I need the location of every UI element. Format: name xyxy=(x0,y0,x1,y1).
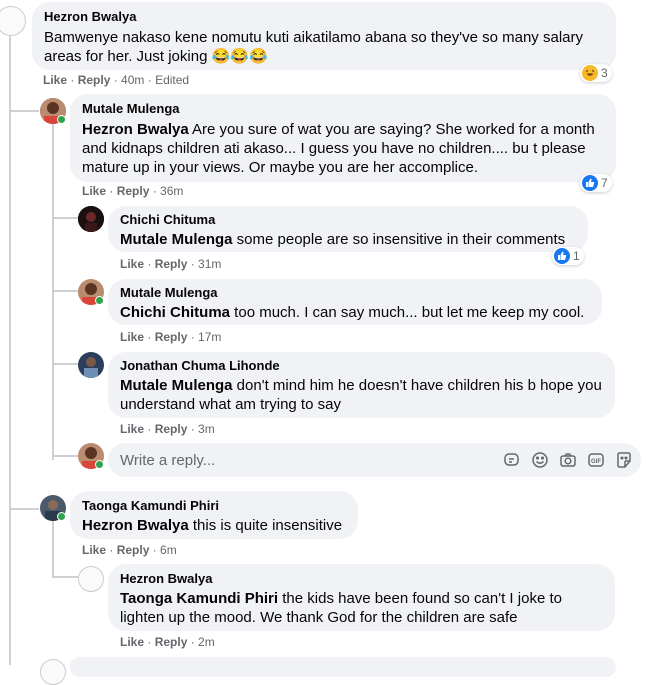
emoji-icon[interactable] xyxy=(531,451,549,469)
like-button[interactable]: Like xyxy=(82,543,106,557)
thread-line xyxy=(52,124,54,460)
sticker-comment-icon[interactable] xyxy=(503,451,521,469)
like-button[interactable]: Like xyxy=(82,184,106,198)
online-indicator xyxy=(95,296,104,305)
avatar[interactable] xyxy=(78,352,104,378)
reaction-number: 3 xyxy=(601,66,608,80)
comment-bubble: Chichi Chituma Mutale Mulenga some peopl… xyxy=(108,206,588,252)
reply-button[interactable]: Reply xyxy=(117,184,150,198)
comment-text: Taonga Kamundi Phiri the kids have been … xyxy=(120,590,562,626)
online-indicator xyxy=(57,115,66,124)
like-button[interactable]: Like xyxy=(120,330,144,344)
online-indicator xyxy=(57,512,66,521)
comment-author[interactable]: Mutale Mulenga xyxy=(120,285,590,301)
thread-line xyxy=(52,217,78,219)
reply-button[interactable]: Reply xyxy=(155,330,188,344)
thread-line xyxy=(52,520,54,578)
comment-text: Bamwenye nakaso kene nomutu kuti aikatil… xyxy=(44,29,583,65)
comment-actions: Like · Reply · 6m xyxy=(82,543,177,557)
comment-actions: Like · Reply · 40m · Edited xyxy=(43,73,190,87)
mention-link[interactable]: Chichi Chituma xyxy=(120,304,230,321)
thread-line xyxy=(52,455,78,457)
comment-author[interactable]: Hezron Bwalya xyxy=(44,9,604,25)
mention-link[interactable]: Mutale Mulenga xyxy=(120,377,233,394)
comment-time[interactable]: 2m xyxy=(198,635,215,649)
reply-button[interactable]: Reply xyxy=(78,73,111,87)
reaction-number: 1 xyxy=(573,249,580,263)
reply-button[interactable]: Reply xyxy=(155,257,188,271)
comment-text: Hezron Bwalya this is quite insensitive xyxy=(82,517,343,534)
comment-bubble xyxy=(70,657,616,677)
like-thumb-icon xyxy=(554,248,570,264)
online-indicator xyxy=(95,460,104,469)
comment-author[interactable]: Taonga Kamundi Phiri xyxy=(82,498,346,514)
comment-text: Mutale Mulenga some people are so insens… xyxy=(120,231,566,248)
comment-actions: Like · Reply · 2m xyxy=(120,635,215,649)
comment-bubble: Jonathan Chuma Lihonde Mutale Mulenga do… xyxy=(108,352,615,418)
comment-actions: Like · Reply · 31m xyxy=(120,257,222,271)
avatar[interactable] xyxy=(78,206,104,232)
laugh-emoji-icon xyxy=(582,65,598,81)
comment-actions: Like · Reply · 3m xyxy=(120,422,215,436)
comment-time[interactable]: 17m xyxy=(198,330,221,344)
comment-author[interactable]: Jonathan Chuma Lihonde xyxy=(120,358,603,374)
comment-bubble: Hezron Bwalya Bamwenye nakaso kene nomut… xyxy=(32,2,616,70)
reply-input[interactable] xyxy=(108,443,503,477)
comment-bubble: Mutale Mulenga Chichi Chituma too much. … xyxy=(108,279,602,325)
comment-time[interactable]: 40m xyxy=(121,73,144,87)
comment-author[interactable]: Mutale Mulenga xyxy=(82,101,604,117)
avatar[interactable] xyxy=(0,6,26,36)
comment-text: Mutale Mulenga don't mind him he doesn't… xyxy=(120,377,602,413)
comment-bubble: Hezron Bwalya Taonga Kamundi Phiri the k… xyxy=(108,564,615,631)
thread-line xyxy=(9,508,39,510)
comment-time[interactable]: 31m xyxy=(198,257,221,271)
reply-box: GIF xyxy=(108,443,641,477)
mention-link[interactable]: Mutale Mulenga xyxy=(120,231,233,248)
avatar[interactable] xyxy=(78,566,104,592)
camera-icon[interactable] xyxy=(559,451,577,469)
comment-time[interactable]: 3m xyxy=(198,422,215,436)
thread-line xyxy=(52,290,78,292)
thread-line xyxy=(52,363,78,365)
edited-label: Edited xyxy=(155,73,190,87)
comment-text: Hezron Bwalya Are you sure of wat you ar… xyxy=(82,121,595,176)
mention-link[interactable]: Taonga Kamundi Phiri xyxy=(120,590,278,607)
comment-time[interactable]: 36m xyxy=(160,184,183,198)
gif-icon[interactable]: GIF xyxy=(587,451,605,469)
reaction-count[interactable]: 3 xyxy=(580,64,612,82)
like-button[interactable]: Like xyxy=(43,73,67,87)
reply-button[interactable]: Reply xyxy=(155,422,188,436)
thread-line xyxy=(52,576,78,578)
mention-link[interactable]: Hezron Bwalya xyxy=(82,121,189,138)
thread-line xyxy=(9,36,11,665)
comment-time[interactable]: 6m xyxy=(160,543,177,557)
like-button[interactable]: Like xyxy=(120,257,144,271)
like-button[interactable]: Like xyxy=(120,635,144,649)
mention-link[interactable]: Hezron Bwalya xyxy=(82,517,189,534)
comment-actions: Like · Reply · 17m xyxy=(120,330,222,344)
comment-author[interactable]: Hezron Bwalya xyxy=(120,571,603,587)
comment-text: Chichi Chituma too much. I can say much.… xyxy=(120,304,585,321)
like-thumb-icon xyxy=(582,175,598,191)
comment-author[interactable]: Chichi Chituma xyxy=(120,212,576,228)
reaction-count[interactable]: 7 xyxy=(580,174,612,192)
thread-line xyxy=(9,110,39,112)
comment-actions: Like · Reply · 36m xyxy=(82,184,184,198)
sticker-icon[interactable] xyxy=(615,451,633,469)
reply-button[interactable]: Reply xyxy=(117,543,150,557)
svg-text:GIF: GIF xyxy=(591,459,601,465)
avatar xyxy=(40,659,66,685)
reaction-count[interactable]: 1 xyxy=(552,247,584,265)
reply-toolbar: GIF xyxy=(503,451,641,469)
comment-bubble: Taonga Kamundi Phiri Hezron Bwalya this … xyxy=(70,491,358,539)
like-button[interactable]: Like xyxy=(120,422,144,436)
reaction-number: 7 xyxy=(601,176,608,190)
comment-bubble: Mutale Mulenga Hezron Bwalya Are you sur… xyxy=(70,94,616,182)
reply-button[interactable]: Reply xyxy=(155,635,188,649)
